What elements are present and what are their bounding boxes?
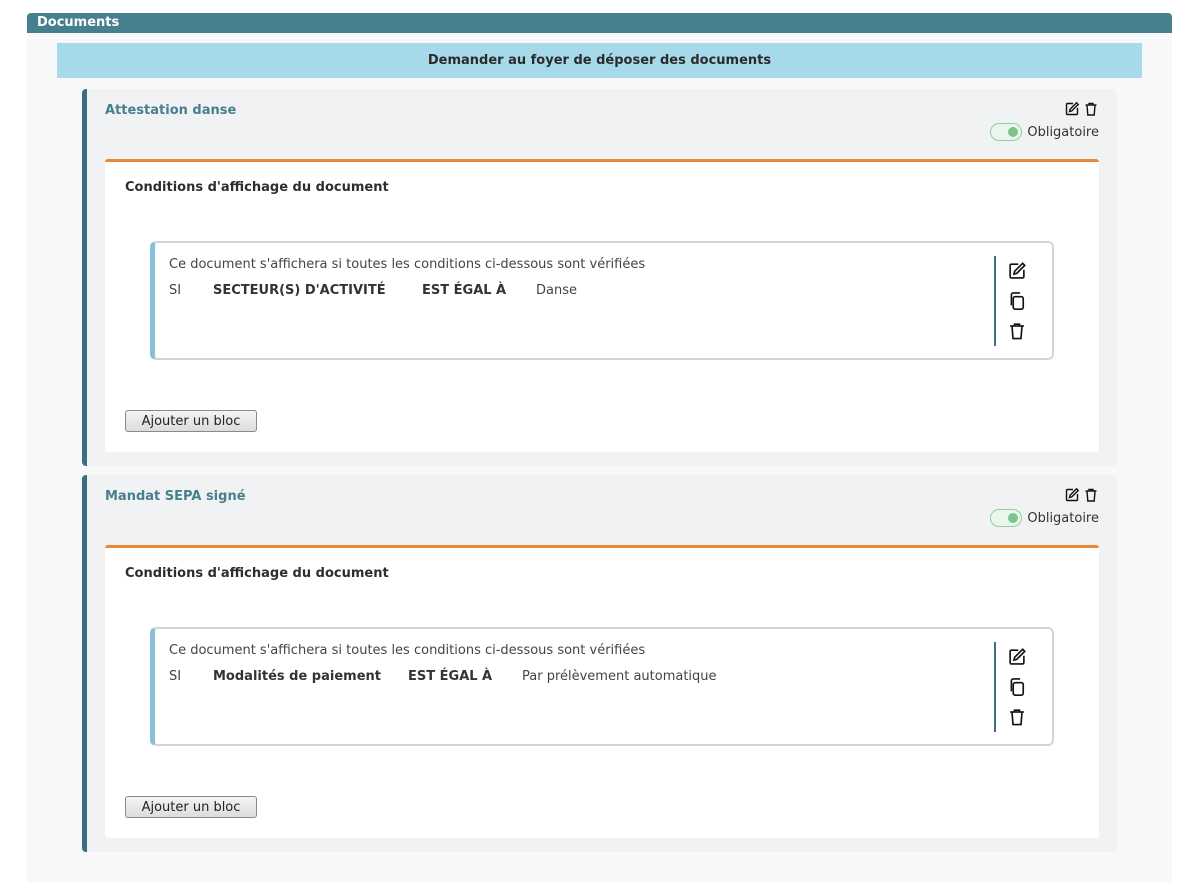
condition-operator: EST ÉGAL À xyxy=(408,669,493,684)
condition-si: SI xyxy=(169,669,182,684)
edit-icon[interactable] xyxy=(1006,646,1028,668)
required-label: Obligatoire xyxy=(1027,510,1099,526)
copy-icon[interactable] xyxy=(1006,676,1028,698)
document-card: Mandat SEPA signé Obligatoire Conditions… xyxy=(82,475,1117,852)
condition-field: SECTEUR(S) D'ACTIVITÉ xyxy=(213,283,386,298)
page: Documents Demander au foyer de déposer d… xyxy=(0,0,1187,882)
section-title: Documents xyxy=(27,13,1172,33)
required-label: Obligatoire xyxy=(1027,124,1099,140)
condition-si: SI xyxy=(169,283,182,298)
condition-block: Ce document s'affichera si toutes les co… xyxy=(150,627,1054,746)
document-title: Attestation danse xyxy=(105,103,237,118)
trash-icon[interactable] xyxy=(1083,101,1099,117)
condition-value: Par prélèvement automatique xyxy=(522,669,717,684)
toggle-knob xyxy=(1008,127,1019,137)
condition-block: Ce document s'affichera si toutes les co… xyxy=(150,241,1054,360)
condition-actions xyxy=(994,256,1028,346)
condition-value: Danse xyxy=(536,283,577,298)
add-block-button[interactable]: Ajouter un bloc xyxy=(125,796,257,818)
conditions-title: Conditions d'affichage du document xyxy=(125,566,389,581)
conditions-panel: Conditions d'affichage du document Ce do… xyxy=(105,545,1099,838)
document-actions xyxy=(1064,487,1099,503)
condition-actions xyxy=(994,642,1028,732)
condition-description: Ce document s'affichera si toutes les co… xyxy=(169,257,646,272)
trash-icon[interactable] xyxy=(1006,706,1028,728)
document-title: Mandat SEPA signé xyxy=(105,489,246,504)
condition-field: Modalités de paiement xyxy=(213,669,381,684)
copy-icon[interactable] xyxy=(1006,290,1028,312)
condition-operator: EST ÉGAL À xyxy=(422,283,507,298)
required-toggle[interactable] xyxy=(990,123,1023,141)
required-toggle[interactable] xyxy=(990,509,1023,527)
conditions-panel: Conditions d'affichage du document Ce do… xyxy=(105,159,1099,452)
edit-icon[interactable] xyxy=(1064,101,1080,117)
condition-description: Ce document s'affichera si toutes les co… xyxy=(169,643,646,658)
conditions-title: Conditions d'affichage du document xyxy=(125,180,389,195)
trash-icon[interactable] xyxy=(1083,487,1099,503)
document-actions xyxy=(1064,101,1099,117)
required-toggle-row: Obligatoire xyxy=(990,123,1099,141)
edit-icon[interactable] xyxy=(1064,487,1080,503)
document-card: Attestation danse Obligatoire Conditions… xyxy=(82,89,1117,466)
required-toggle-row: Obligatoire xyxy=(990,509,1099,527)
request-documents-button[interactable]: Demander au foyer de déposer des documen… xyxy=(57,43,1142,78)
toggle-knob xyxy=(1008,513,1019,523)
trash-icon[interactable] xyxy=(1006,320,1028,342)
edit-icon[interactable] xyxy=(1006,260,1028,282)
add-block-button[interactable]: Ajouter un bloc xyxy=(125,410,257,432)
